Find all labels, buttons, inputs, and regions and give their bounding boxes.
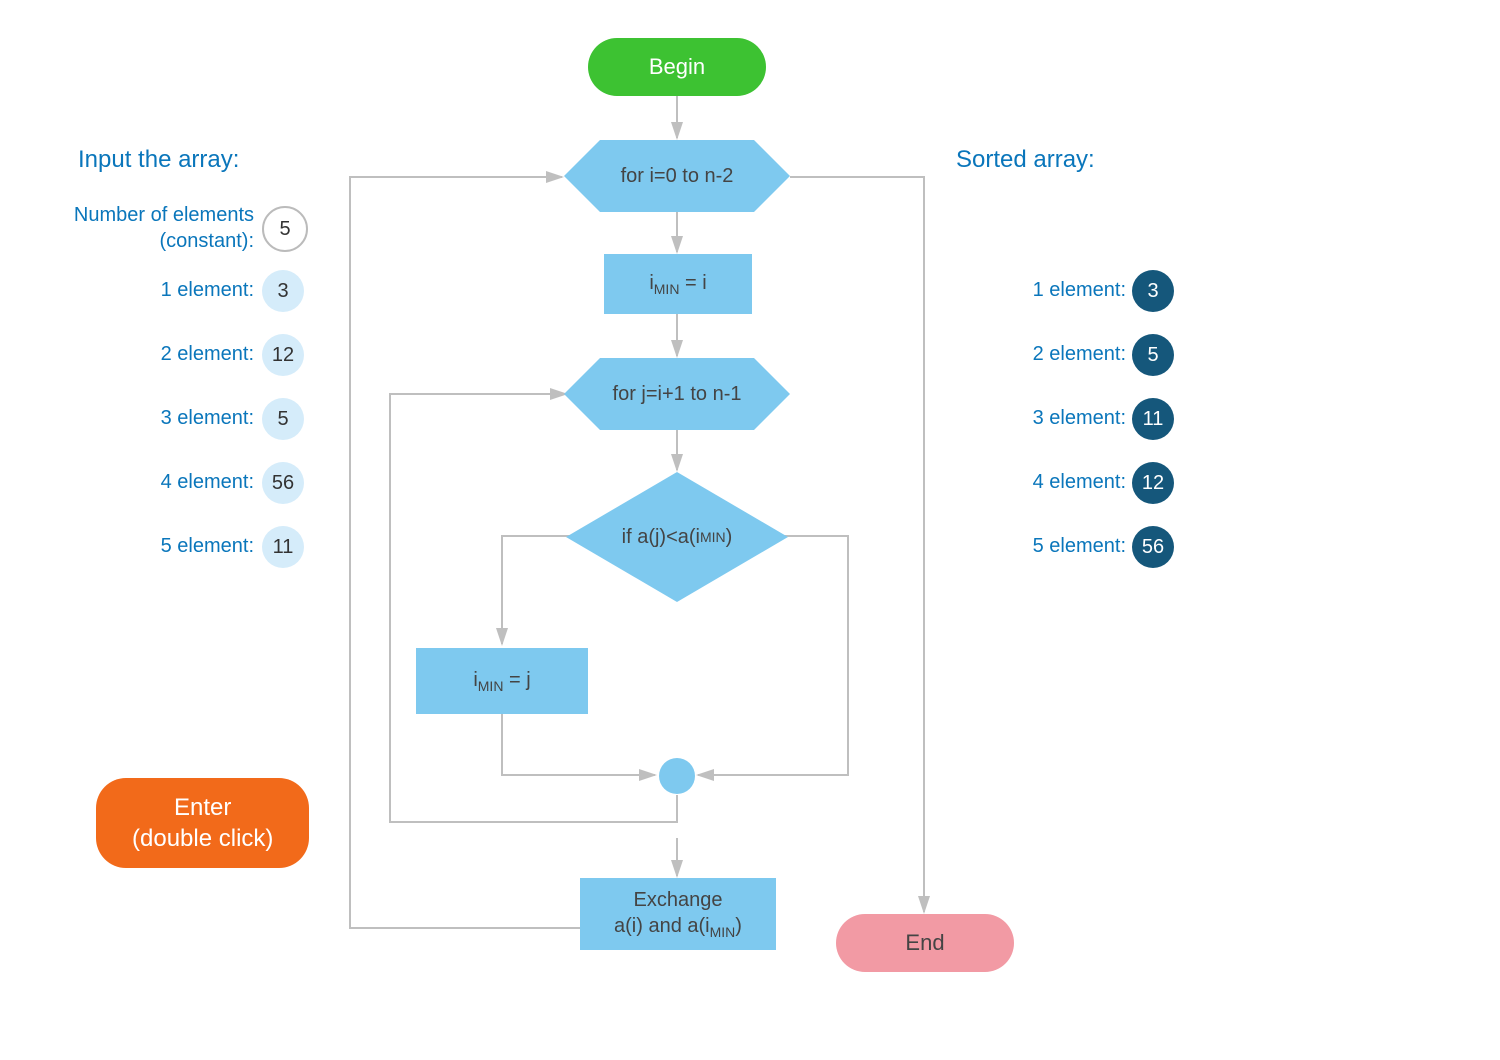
sorted-el-4-label: 4 element: [986, 471, 1126, 494]
input-el-3-value[interactable]: 5 [262, 398, 304, 440]
sorted-el-3-label: 3 element: [986, 407, 1126, 430]
sorted-title: Sorted array: [956, 146, 1095, 174]
sorted-el-5-value: 56 [1132, 526, 1174, 568]
sorted-el-2-value: 5 [1132, 334, 1174, 376]
input-el-5-value[interactable]: 11 [262, 526, 304, 568]
flow-end: End [836, 914, 1014, 972]
flow-if-label: if a(j)<a(iMIN) [566, 472, 788, 602]
flow-for-j: for j=i+1 to n-1 [564, 358, 790, 430]
input-el-1-value[interactable]: 3 [262, 270, 304, 312]
sorted-el-2-label: 2 element: [986, 343, 1126, 366]
sorted-el-5-label: 5 element: [986, 535, 1126, 558]
flow-for-i-label: for i=0 to n-2 [564, 140, 790, 212]
input-el-4-label: 4 element: [110, 471, 254, 494]
flow-begin: Begin [588, 38, 766, 96]
sorted-el-1-value: 3 [1132, 270, 1174, 312]
flow-imin-j: iMIN = j [416, 648, 588, 714]
input-el-3-label: 3 element: [110, 407, 254, 430]
input-el-2-value[interactable]: 12 [262, 334, 304, 376]
n-elements-value[interactable]: 5 [262, 206, 308, 252]
input-el-5-label: 5 element: [110, 535, 254, 558]
flow-connector [659, 758, 695, 794]
sorted-el-3-value: 11 [1132, 398, 1174, 440]
flow-if: if a(j)<a(iMIN) [566, 472, 788, 602]
input-el-4-value[interactable]: 56 [262, 462, 304, 504]
sorted-el-1-label: 1 element: [986, 279, 1126, 302]
input-el-2-label: 2 element: [110, 343, 254, 366]
n-elements-label: Number of elements (constant): [18, 202, 254, 254]
flow-for-i: for i=0 to n-2 [564, 140, 790, 212]
enter-button[interactable]: Enter (double click) [96, 778, 309, 868]
flow-for-j-label: for j=i+1 to n-1 [564, 358, 790, 430]
flow-exchange-label: Exchangea(i) and a(iMIN) [614, 887, 742, 941]
input-title: Input the array: [78, 146, 239, 174]
flow-imin-i: iMIN = i [604, 254, 752, 314]
sorted-el-4-value: 12 [1132, 462, 1174, 504]
flow-exchange: Exchangea(i) and a(iMIN) [580, 878, 776, 950]
flow-imin-j-label: iMIN = j [473, 669, 530, 694]
flow-imin-i-label: iMIN = i [649, 272, 706, 297]
input-el-1-label: 1 element: [110, 279, 254, 302]
